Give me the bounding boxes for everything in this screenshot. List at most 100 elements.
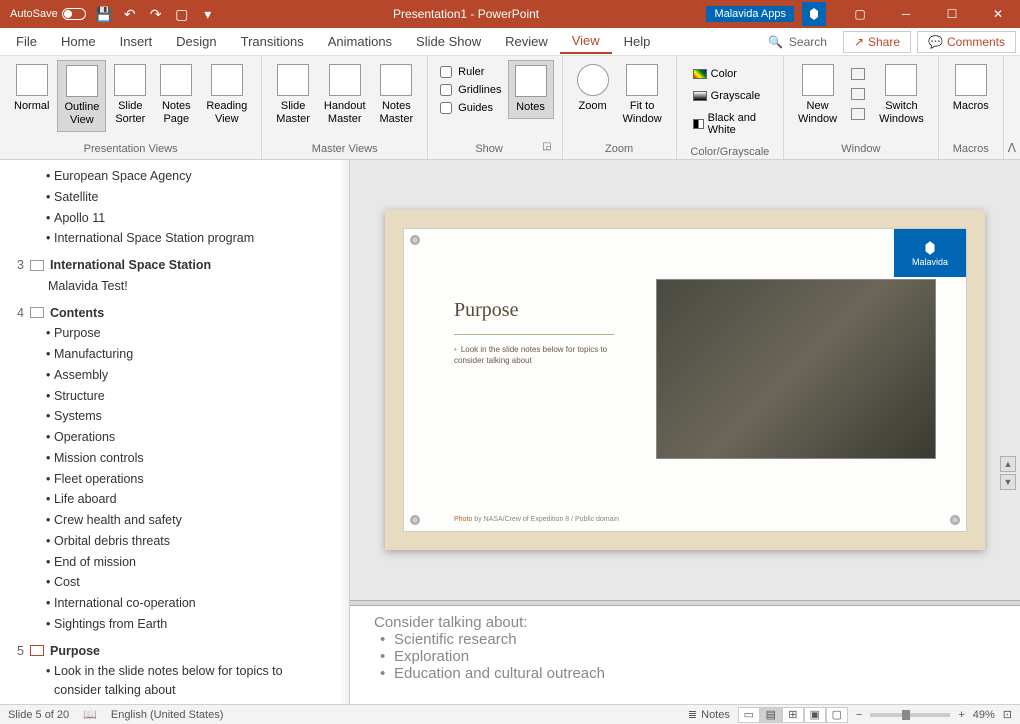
fit-window-button[interactable]: Fit to Window [617,60,668,130]
account-badge[interactable]: Malavida Apps [706,6,794,22]
save-icon[interactable]: 💾 [96,6,112,22]
outline-bullet[interactable]: Manufacturing [10,344,349,365]
new-window-button[interactable]: New Window [792,60,843,130]
outline-bullet[interactable]: European Space Agency [10,166,349,187]
menu-transitions[interactable]: Transitions [229,30,316,53]
outline-slide-header[interactable]: 4 Contents [10,303,349,324]
outline-bullet[interactable]: Apollo 11 [10,208,349,229]
close-button[interactable]: ✕ [976,0,1020,28]
outline-bullet[interactable]: Look in the slide notes below for topics… [10,661,349,701]
menu-animations[interactable]: Animations [316,30,404,53]
switch-windows-button[interactable]: Switch Windows [873,60,930,130]
canvas-area[interactable]: Malavida Purpose Look in the slide notes… [350,160,1020,600]
outline-subtext[interactable]: Malavida Test! [10,276,349,297]
prev-slide-button[interactable]: ▲ [1000,456,1016,472]
slideshow-icon[interactable]: ▢ [174,6,190,22]
outline-view-button[interactable]: Outline View [57,60,106,132]
menu-view[interactable]: View [560,29,612,54]
autosave-toggle[interactable]: AutoSave [10,8,86,20]
toggle-off-icon [62,8,86,20]
minimize-button[interactable]: ─ [884,0,928,28]
outline-bullet[interactable]: Structure [10,386,349,407]
grayscale-button[interactable]: Grayscale [689,88,771,104]
outline-bullet[interactable]: Mission controls [10,448,349,469]
gridlines-checkbox[interactable]: Gridlines [440,84,501,96]
outline-bullet[interactable]: International Space Station program [10,228,349,249]
slide-thumb-icon [30,260,44,271]
macros-button[interactable]: Macros [947,60,995,117]
account-logo-icon[interactable] [802,2,826,26]
outline-bullet[interactable]: Fleet operations [10,469,349,490]
undo-icon[interactable]: ↶ [122,6,138,22]
status-notes-button[interactable]: ≣Notes [688,708,730,721]
outline-bullet[interactable]: International co-operation [10,593,349,614]
reading-view-button[interactable]: Reading View [200,60,253,130]
cascade-button[interactable] [847,86,869,102]
zoom-level[interactable]: 49% [973,709,995,721]
outline-pane[interactable]: European Space Agency Satellite Apollo 1… [0,160,350,704]
outline-slide-header[interactable]: 5 Purpose [10,641,349,662]
normal-view-status-button[interactable]: ▭ [738,707,760,723]
slide-sorter-button[interactable]: Slide Sorter [108,60,152,130]
outline-bullet[interactable]: Cost [10,572,349,593]
handout-master-button[interactable]: Handout Master [318,60,372,130]
status-language[interactable]: English (United States) [111,709,224,721]
credit-link[interactable]: Photo [454,516,472,523]
menu-design[interactable]: Design [164,30,228,53]
search-box[interactable]: 🔍 Search [758,35,837,49]
share-button[interactable]: ↗ Share [843,31,911,53]
outline-bullet[interactable]: Satellite [10,187,349,208]
outline-bullet[interactable]: Operations [10,427,349,448]
zoom-out-button[interactable]: − [856,709,862,721]
guides-checkbox[interactable]: Guides [440,102,501,114]
menu-slideshow[interactable]: Slide Show [404,30,493,53]
slide-title[interactable]: Purpose [454,299,518,322]
outline-bullet[interactable]: Purpose [10,323,349,344]
slide-image[interactable] [656,279,936,459]
next-slide-button[interactable]: ▼ [1000,474,1016,490]
status-slide[interactable]: Slide 5 of 20 [8,709,69,721]
outline-bullet[interactable]: Assembly [10,365,349,386]
move-split-button[interactable] [847,106,869,122]
bw-button[interactable]: Black and White [689,110,771,138]
notes-button[interactable]: Notes [508,60,554,119]
slide-canvas[interactable]: Malavida Purpose Look in the slide notes… [385,210,985,550]
outline-bullet[interactable]: Crew health and safety [10,510,349,531]
color-button[interactable]: Color [689,66,771,82]
outline-bullet[interactable]: End of mission [10,552,349,573]
fit-slide-button[interactable]: ⊡ [1003,708,1012,721]
menu-review[interactable]: Review [493,30,560,53]
qat-dropdown-icon[interactable]: ▾ [200,6,216,22]
ruler-checkbox[interactable]: Ruler [440,66,501,78]
reading-view-status-button[interactable]: ▣ [804,707,826,723]
zoom-button[interactable]: Zoom [571,60,615,117]
ribbon-display-icon[interactable]: ▢ [838,0,882,28]
zoom-slider[interactable] [870,713,950,717]
notes-master-button[interactable]: Notes Master [374,60,420,130]
normal-view-button[interactable]: Normal [8,60,55,117]
zoom-in-button[interactable]: + [958,709,964,721]
sorter-view-status-button[interactable]: ⊞ [782,707,804,723]
menu-help[interactable]: Help [612,30,663,53]
collapse-ribbon-icon[interactable]: ᐱ [1004,137,1020,159]
comments-button[interactable]: 💬 Comments [917,31,1016,53]
notes-page-button[interactable]: Notes Page [154,60,198,130]
outline-bullet[interactable]: Sightings from Earth [10,614,349,635]
spellcheck-icon[interactable]: 📖 [83,708,97,721]
outline-bullet[interactable]: Orbital debris threats [10,531,349,552]
outline-view-status-button[interactable]: ▤ [760,707,782,723]
arrange-all-button[interactable] [847,66,869,82]
slideshow-status-button[interactable]: ▢ [826,707,848,723]
maximize-button[interactable]: ☐ [930,0,974,28]
slide-master-button[interactable]: Slide Master [270,60,316,130]
show-launcher-icon[interactable]: ◲ [542,141,553,157]
redo-icon[interactable]: ↷ [148,6,164,22]
outline-slide-header[interactable]: 3 International Space Station [10,255,349,276]
menu-insert[interactable]: Insert [108,30,165,53]
slide-body[interactable]: Look in the slide notes below for topics… [454,344,634,366]
menu-file[interactable]: File [4,30,49,53]
notes-pane[interactable]: Consider talking about: Scientific resea… [350,606,1020,704]
outline-bullet[interactable]: Systems [10,406,349,427]
outline-bullet[interactable]: Life aboard [10,489,349,510]
menu-home[interactable]: Home [49,30,108,53]
